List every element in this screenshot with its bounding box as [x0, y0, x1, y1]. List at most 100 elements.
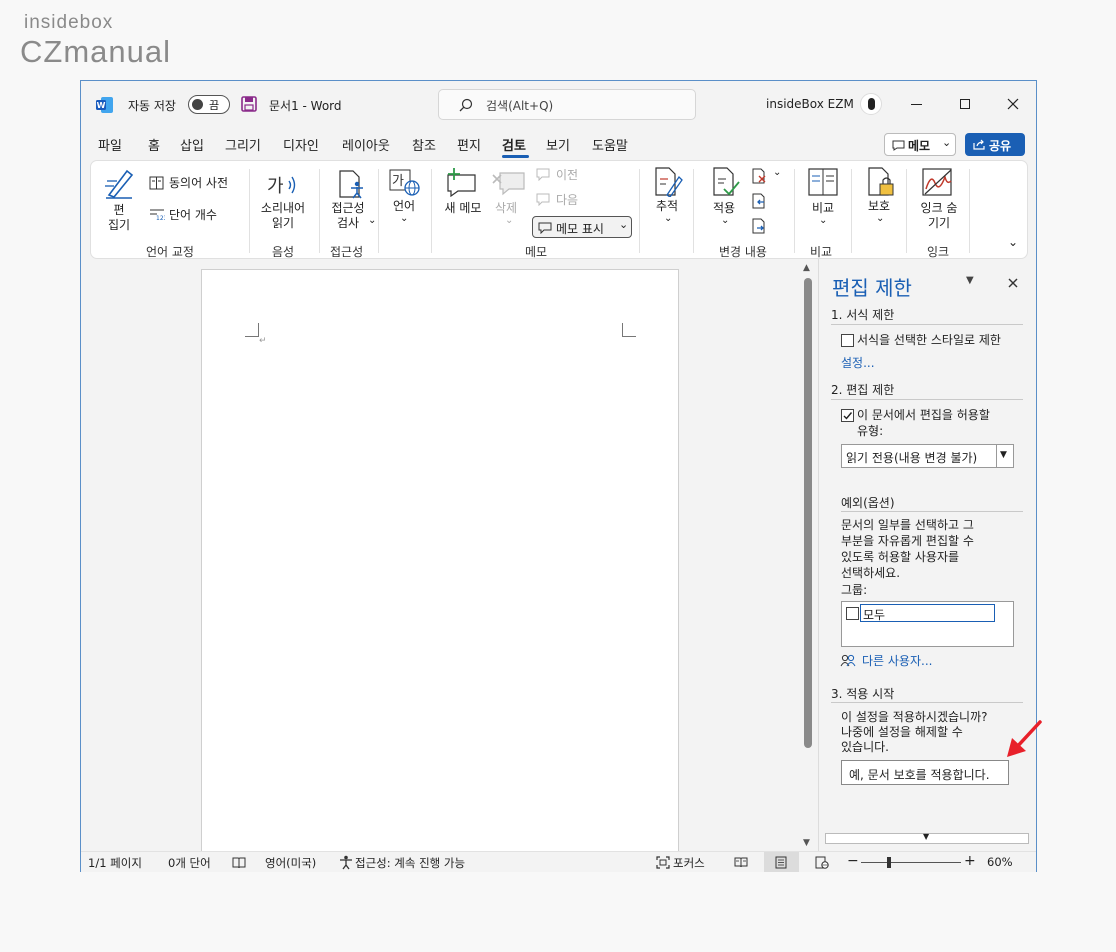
document-page[interactable]: ↵ — [201, 269, 679, 859]
print-layout-button[interactable] — [764, 852, 799, 872]
focus-icon — [656, 856, 670, 869]
show-comments-button[interactable]: 메모 표시 ⌄ — [532, 216, 632, 238]
comments-button[interactable]: 메모 ⌄ — [884, 133, 956, 156]
group-separator — [378, 169, 379, 253]
tab-draw[interactable]: 그리기 — [225, 135, 261, 154]
tab-home[interactable]: 홈 — [148, 135, 160, 154]
svg-text:가: 가 — [392, 174, 404, 189]
chevron-down-icon: ⌄ — [368, 215, 377, 226]
scroll-down-icon[interactable]: ▼ — [803, 838, 810, 848]
tab-view[interactable]: 보기 — [546, 135, 570, 154]
format-restriction-checkbox[interactable] — [841, 334, 854, 347]
more-users-link[interactable]: 다른 사용자... — [862, 653, 932, 669]
search-placeholder: 검색(Alt+Q) — [486, 99, 554, 113]
editing-type-value: 읽기 전용(내용 변경 불가) — [846, 451, 978, 465]
language-status[interactable]: 영어(미국) — [265, 855, 316, 871]
format-settings-link[interactable]: 설정... — [841, 355, 875, 371]
thesaurus-button[interactable]: 동의어 사전 — [169, 176, 228, 191]
everyone-item[interactable]: 모두 — [860, 604, 995, 622]
accept-change-button[interactable]: 적용 — [708, 201, 740, 216]
new-comment-button[interactable]: 새 메모 — [439, 201, 487, 216]
tab-references[interactable]: 참조 — [412, 135, 436, 154]
protect-button[interactable]: 보호 — [863, 199, 895, 214]
word-count[interactable]: 0개 단어 — [168, 855, 211, 871]
section-divider — [831, 324, 1023, 325]
comment-icon — [538, 222, 552, 234]
group-separator — [693, 169, 694, 253]
autosave-toggle[interactable]: 끔 — [188, 95, 230, 114]
groups-label: 그룹: — [841, 583, 868, 597]
vertical-scrollbar[interactable]: ▲ ▼ — [802, 263, 814, 855]
next-change-icon[interactable] — [751, 218, 767, 234]
section-divider — [841, 511, 1023, 512]
collapse-ribbon-icon[interactable]: ⌄ — [1008, 235, 1018, 249]
accessibility-check-button[interactable]: 접근성 검사 — [327, 201, 369, 231]
minimize-icon[interactable] — [911, 104, 922, 105]
zoom-in-button[interactable]: + — [964, 853, 976, 869]
scroll-up-icon[interactable]: ▲ — [803, 263, 810, 273]
section1-heading: 1. 서식 제한 — [831, 308, 895, 322]
chevron-down-icon: ⌄ — [619, 218, 629, 231]
focus-button[interactable]: 포커스 — [673, 855, 705, 871]
page-count[interactable]: 1/1 페이지 — [88, 855, 142, 871]
tab-help[interactable]: 도움말 — [592, 135, 628, 154]
tab-file[interactable]: 파일 — [98, 135, 122, 154]
maximize-icon[interactable] — [960, 99, 970, 109]
scroll-down-icon[interactable]: ▼ — [923, 832, 929, 841]
group-separator — [851, 169, 852, 253]
language-button[interactable]: 언어 — [387, 199, 421, 214]
pane-options-icon[interactable]: ▼ — [966, 275, 974, 286]
thesaurus-icon — [149, 176, 164, 190]
hide-ink-button[interactable]: 잉크 숨 기기 — [913, 201, 965, 231]
search-box[interactable]: 검색(Alt+Q) — [438, 89, 696, 120]
word-count-button[interactable]: 단어 개수 — [169, 208, 217, 223]
pane-close-icon[interactable] — [1008, 278, 1018, 288]
zoom-slider-thumb[interactable] — [887, 857, 891, 868]
scrollbar-thumb[interactable] — [804, 278, 812, 748]
avatar[interactable] — [860, 93, 882, 115]
group-separator — [969, 169, 970, 253]
margin-corner-right — [622, 323, 636, 337]
editing-type-select[interactable]: 읽기 전용(내용 변경 불가) ▼ — [841, 444, 1014, 468]
apply-question: 이 설정을 적용하시겠습니까? 나중에 설정을 해제할 수 있습니다. — [841, 710, 988, 754]
zoom-slider[interactable] — [861, 862, 961, 863]
tab-review[interactable]: 검토 — [502, 135, 526, 154]
comment-icon — [892, 140, 905, 151]
tab-layout[interactable]: 레이아웃 — [342, 135, 390, 154]
share-button[interactable]: 공유 — [965, 133, 1025, 156]
share-icon — [973, 139, 985, 150]
web-layout-icon[interactable] — [815, 856, 829, 869]
read-mode-icon[interactable] — [734, 857, 748, 868]
tab-mailings[interactable]: 편지 — [457, 135, 481, 154]
save-icon[interactable] — [241, 96, 257, 112]
zoom-out-button[interactable]: − — [847, 853, 859, 869]
editor-button[interactable]: 편 집기 — [99, 203, 139, 233]
chevron-down-icon: ⌄ — [664, 213, 673, 224]
tracking-button[interactable]: 추적 — [651, 199, 683, 214]
accessibility-status[interactable]: 접근성: 계속 진행 가능 — [355, 855, 465, 871]
close-icon[interactable] — [1007, 98, 1019, 110]
proofing-icon[interactable] — [232, 856, 246, 869]
tab-insert[interactable]: 삽입 — [180, 135, 204, 154]
pane-scroll-control[interactable]: ▼ — [825, 832, 1029, 844]
zoom-level[interactable]: 60% — [987, 855, 1013, 869]
ribbon: 편 집기 동의어 사전 123 단어 개수 언어 교정 가 소리내어 읽기 음성 — [90, 160, 1028, 259]
editing-restriction-checkbox[interactable] — [841, 409, 854, 422]
everyone-label: 모두 — [863, 608, 886, 622]
print-layout-icon — [775, 856, 787, 869]
group-separator — [249, 169, 250, 253]
document-title: 문서1 - Word — [269, 99, 342, 113]
tab-design[interactable]: 디자인 — [283, 135, 319, 154]
user-name[interactable]: insideBox EZM — [766, 97, 854, 111]
protect-icon — [868, 167, 894, 196]
chevron-down-icon: ⌄ — [819, 215, 828, 226]
previous-change-icon[interactable] — [751, 193, 767, 209]
groups-list[interactable]: 모두 — [841, 601, 1014, 647]
compare-button[interactable]: 비교 — [807, 201, 839, 216]
read-aloud-button[interactable]: 소리내어 읽기 — [257, 201, 309, 231]
everyone-checkbox[interactable] — [846, 607, 859, 620]
apply-protection-button[interactable]: 예, 문서 보호를 적용합니다. — [841, 760, 1009, 785]
accessibility-group-label: 접근성 — [330, 245, 364, 259]
reject-change-icon[interactable] — [751, 168, 767, 184]
group-separator — [431, 169, 432, 253]
